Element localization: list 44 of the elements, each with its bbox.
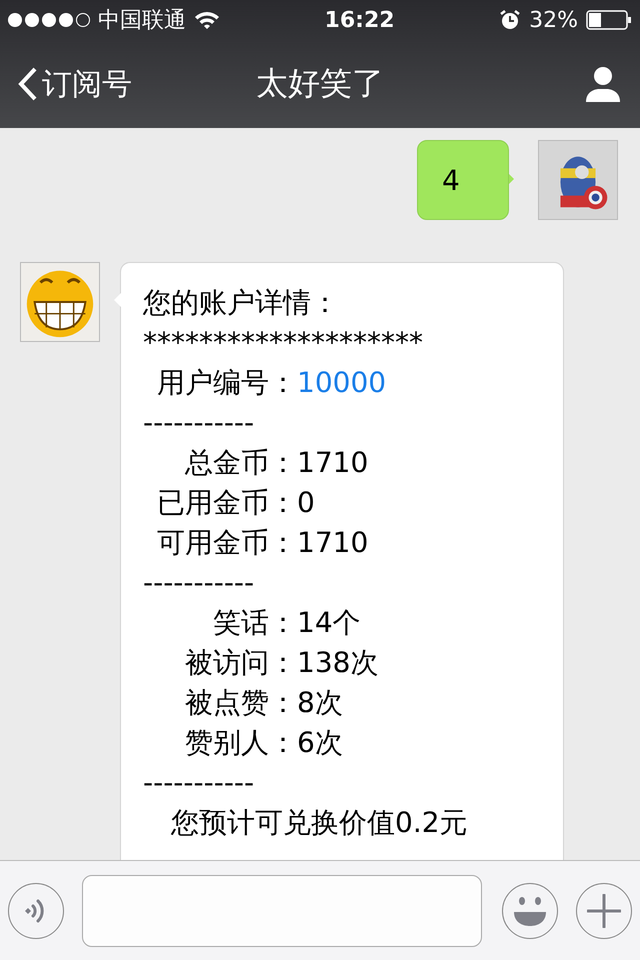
message-text: 您预计可兑换价值0.2元 — [170, 805, 469, 841]
voice-button[interactable] — [8, 882, 64, 938]
value-link[interactable]: 10000 — [297, 363, 386, 403]
sent-message-bubble: 4 — [417, 140, 509, 220]
carrier: 中国联通 — [98, 7, 186, 35]
field-value: 0 — [297, 485, 315, 521]
profile-icon[interactable] — [584, 66, 622, 102]
signal-dot — [76, 13, 90, 27]
field-label: 赞别人： — [184, 725, 297, 761]
field-label: 用户编号： — [156, 365, 297, 401]
message-text: 您的账户详情： — [143, 285, 340, 321]
clock-time: 16:22 — [324, 8, 396, 32]
field-label: 总金币： — [184, 445, 297, 481]
field-value: 1710 — [297, 525, 368, 561]
emoji-button[interactable] — [502, 882, 558, 938]
field-value: 1710 — [297, 445, 368, 481]
field-value: 8次 — [297, 685, 343, 721]
back-chevron-icon — [18, 67, 38, 101]
signal-dot — [8, 13, 22, 27]
separator-text: ******************** — [143, 325, 424, 361]
plus-button[interactable] — [576, 882, 632, 938]
separator-text: ----------- — [143, 405, 256, 441]
field-value: 6次 — [297, 725, 343, 761]
wifi-icon — [194, 10, 220, 30]
battery-icon — [586, 10, 632, 30]
message-input[interactable] — [82, 874, 482, 946]
battery-percent: 32% — [529, 8, 578, 32]
field-label: 可用金币： — [156, 525, 297, 561]
plus-icon — [587, 894, 621, 928]
smiley-icon — [512, 894, 548, 926]
signal-dot — [59, 13, 73, 27]
alarm-icon — [499, 9, 522, 31]
field-value: 14个 — [297, 605, 361, 641]
signal-dot — [42, 13, 56, 27]
field-label: 被点赞： — [184, 685, 297, 721]
field-value: 138次 — [297, 645, 378, 681]
chat-title: 太好笑了 — [256, 64, 384, 102]
field-label: 笑话： — [212, 605, 297, 641]
separator-text: ----------- — [143, 565, 256, 601]
back-button[interactable]: 订阅号 — [18, 64, 132, 104]
signal-dot — [25, 13, 39, 27]
field-label: 被访问： — [184, 645, 297, 681]
separator-text: ----------- — [143, 765, 256, 801]
field-label: 已用金币： — [156, 485, 297, 521]
